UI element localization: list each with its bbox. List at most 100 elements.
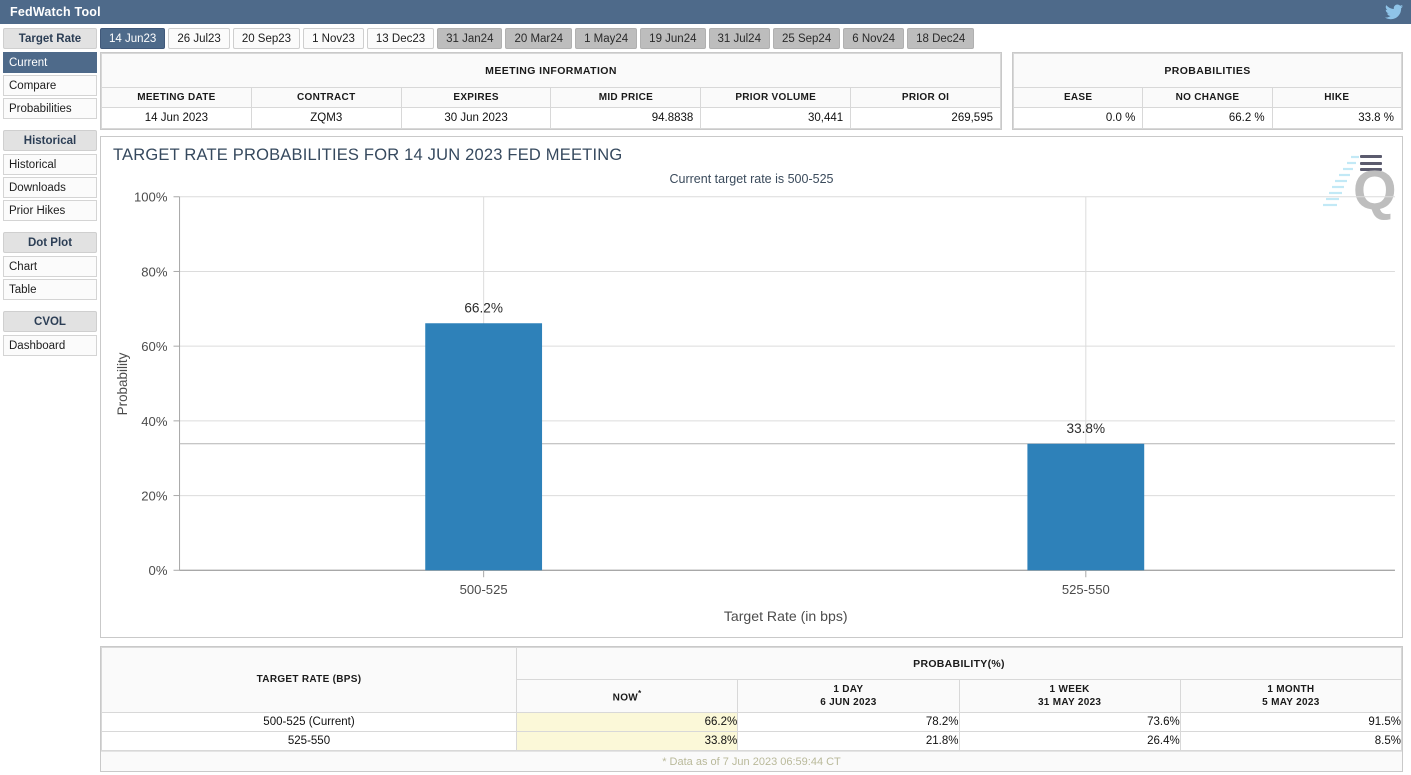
- app-header: FedWatch Tool: [0, 0, 1411, 24]
- col-no-change: NO CHANGE: [1142, 87, 1273, 108]
- cell-1month-525-550: 8.5%: [1179, 731, 1403, 751]
- probability-table-panel: TARGET RATE (BPS) PROBABILITY(%) NOW* 1 …: [100, 646, 1403, 772]
- sidebar-item-current[interactable]: Current: [3, 52, 97, 73]
- sidebar-item-dashboard[interactable]: Dashboard: [3, 335, 97, 356]
- tab-1-nov23[interactable]: 1 Nov23: [303, 28, 364, 49]
- summary-tables-row: MEETING INFORMATION MEETING DATE CONTRAC…: [100, 52, 1403, 130]
- chart-category-separators: [483, 196, 1087, 571]
- col-1-month: 1 MONTH 5 MAY 2023: [1179, 679, 1403, 713]
- chart-y-ticks: [173, 196, 180, 571]
- tab-13-dec23[interactable]: 13 Dec23: [366, 28, 435, 49]
- col-1-week-line2: 31 MAY 2023: [1037, 697, 1102, 708]
- cell-ease: 0.0 %: [1012, 107, 1144, 129]
- cell-contract: ZQM3: [250, 107, 402, 129]
- sidebar-item-table[interactable]: Table: [3, 279, 97, 300]
- x-tick-500-525: 500-525: [460, 582, 508, 597]
- bar-525-550[interactable]: [1027, 443, 1145, 571]
- y-tick-40: 40%: [141, 414, 168, 429]
- col-probability-group: PROBABILITY(%): [516, 647, 1402, 680]
- col-expires: EXPIRES: [400, 87, 552, 108]
- cell-1week-525-550: 26.4%: [958, 731, 1181, 751]
- table-caption-row: MEETING INFORMATION: [101, 53, 1001, 88]
- tab-31-jul24[interactable]: 31 Jul24: [708, 28, 770, 49]
- cell-expires: 30 Jun 2023: [400, 107, 552, 129]
- y-tick-0: 0%: [149, 563, 168, 578]
- sidebar-group-target-rate: Target Rate: [3, 28, 97, 49]
- y-tick-20: 20%: [141, 489, 168, 504]
- col-hike: HIKE: [1271, 87, 1403, 108]
- tab-19-jun24[interactable]: 19 Jun24: [640, 28, 706, 49]
- table-row: 14 Jun 2023 ZQM3 30 Jun 2023 94.8838 30,…: [101, 107, 1001, 129]
- col-ease: EASE: [1012, 87, 1144, 108]
- app-title: FedWatch Tool: [10, 4, 101, 19]
- chart-y-axis-label: Probability: [115, 352, 130, 415]
- sidebar-item-compare[interactable]: Compare: [3, 75, 97, 96]
- probability-table: TARGET RATE (BPS) PROBABILITY(%) NOW* 1 …: [101, 647, 1403, 751]
- table-row: 500-525 (Current) 66.2% 78.2% 73.6% 91.5…: [101, 712, 1403, 732]
- meeting-information-table: MEETING INFORMATION MEETING DATE CONTRAC…: [101, 53, 1001, 129]
- probabilities-caption: PROBABILITIES: [1013, 53, 1402, 88]
- tab-20-sep23[interactable]: 20 Sep23: [232, 28, 301, 49]
- sidebar-group-cvol: CVOL: [3, 311, 97, 332]
- tab-14-jun23[interactable]: 14 Jun23: [100, 28, 166, 49]
- x-tick-525-550: 525-550: [1062, 582, 1110, 597]
- col-now-label: NOW: [612, 691, 639, 703]
- meeting-information-panel: MEETING INFORMATION MEETING DATE CONTRAC…: [100, 52, 1002, 130]
- sidebar-item-chart[interactable]: Chart: [3, 256, 97, 277]
- sidebar: Target Rate Current Compare Probabilitie…: [0, 24, 100, 775]
- col-1-week-line1: 1 WEEK: [1049, 683, 1090, 695]
- cell-1day-525-550: 21.8%: [737, 731, 960, 751]
- col-1-day-line2: 6 JUN 2023: [820, 697, 877, 708]
- data-timestamp-footnote: * Data as of 7 Jun 2023 06:59:44 CT: [101, 751, 1402, 771]
- cell-mid-price: 94.8838: [550, 107, 702, 129]
- tab-31-jan24[interactable]: 31 Jan24: [437, 28, 503, 49]
- tab-1-may24[interactable]: 1 May24: [575, 28, 638, 49]
- tab-20-mar24[interactable]: 20 Mar24: [505, 28, 573, 49]
- row-label-525-550: 525-550: [101, 731, 517, 751]
- chart-x-axis-label: Target Rate (in bps): [724, 608, 848, 624]
- cell-1month-500-525: 91.5%: [1179, 712, 1403, 732]
- probability-bar-chart: 100% 80% 60% 40% 20% 0% Probability 66.2…: [115, 190, 1395, 624]
- chart-y-tick-labels: 100% 80% 60% 40% 20% 0%: [134, 190, 168, 578]
- sidebar-item-downloads[interactable]: Downloads: [3, 177, 97, 198]
- chart-x-ticks: [483, 570, 1087, 578]
- meeting-date-tabs: 14 Jun23 26 Jul23 20 Sep23 1 Nov23 13 De…: [100, 24, 1403, 52]
- col-target-rate-bps: TARGET RATE (BPS): [101, 647, 517, 713]
- page-body: Target Rate Current Compare Probabilitie…: [0, 24, 1411, 775]
- sidebar-item-prior-hikes[interactable]: Prior Hikes: [3, 200, 97, 221]
- main-content: 14 Jun23 26 Jul23 20 Sep23 1 Nov23 13 De…: [100, 24, 1411, 775]
- tab-18-dec24[interactable]: 18 Dec24: [907, 28, 975, 49]
- col-meeting-date: MEETING DATE: [101, 87, 252, 108]
- cell-meeting-date: 14 Jun 2023: [101, 107, 252, 129]
- tab-6-nov24[interactable]: 6 Nov24: [843, 28, 905, 49]
- sidebar-item-historical[interactable]: Historical: [3, 154, 97, 175]
- chart-gridlines: [179, 196, 1395, 497]
- cell-now-500-525: 66.2%: [515, 712, 739, 732]
- col-prior-volume: PRIOR VOLUME: [700, 87, 852, 108]
- table-row: 0.0 % 66.2 % 33.8 %: [1012, 107, 1403, 129]
- col-now: NOW*: [515, 679, 739, 713]
- twitter-icon[interactable]: [1385, 4, 1403, 20]
- meeting-information-caption: MEETING INFORMATION: [101, 53, 1001, 88]
- probabilities-summary-panel: PROBABILITIES EASE NO CHANGE HIKE 0.0 % …: [1012, 52, 1403, 130]
- cell-no-change: 66.2 %: [1142, 107, 1273, 129]
- bar-500-525[interactable]: [425, 323, 543, 571]
- col-1-day: 1 DAY 6 JUN 2023: [737, 679, 960, 713]
- sidebar-group-dot-plot: Dot Plot: [3, 232, 97, 253]
- sidebar-item-probabilities[interactable]: Probabilities: [3, 98, 97, 119]
- tab-25-sep24[interactable]: 25 Sep24: [772, 28, 841, 49]
- bar-label-525-550: 33.8%: [1067, 421, 1106, 436]
- cell-prior-oi: 269,595: [850, 107, 1001, 129]
- table-header-row: MEETING DATE CONTRACT EXPIRES MID PRICE …: [101, 87, 1001, 108]
- cell-1week-500-525: 73.6%: [958, 712, 1181, 732]
- bar-label-500-525: 66.2%: [464, 300, 503, 315]
- table-group-header-row: TARGET RATE (BPS) PROBABILITY(%): [101, 647, 1402, 713]
- col-contract: CONTRACT: [250, 87, 402, 108]
- table-caption-row: PROBABILITIES: [1013, 53, 1402, 88]
- cell-now-525-550: 33.8%: [515, 731, 739, 751]
- tab-26-jul23[interactable]: 26 Jul23: [168, 28, 230, 49]
- y-tick-60: 60%: [141, 339, 168, 354]
